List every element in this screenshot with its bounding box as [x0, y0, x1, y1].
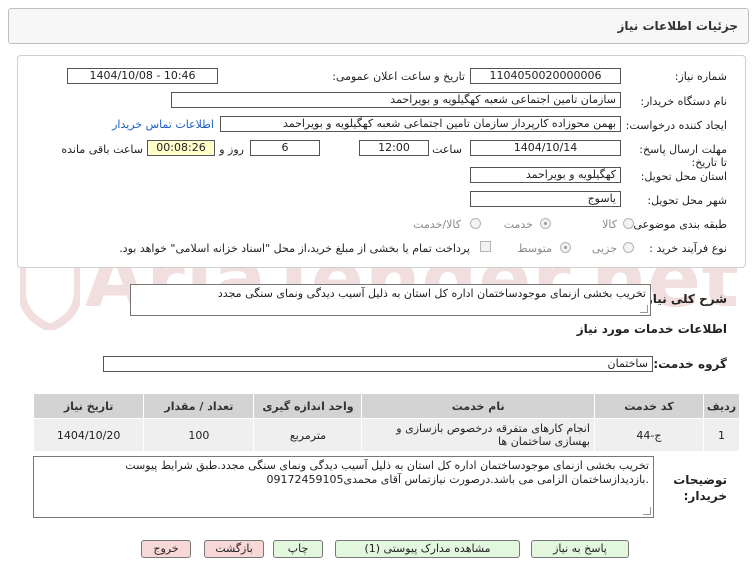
category-option-goods: کالا	[602, 218, 617, 231]
cell-name: انجام کارهای متفرقه درخصوص بازسازی و بهس…	[361, 418, 595, 452]
exit-button[interactable]: خروج	[141, 540, 191, 558]
table-row: 1 ج-44 انجام کارهای متفرقه درخصوص بازساز…	[32, 418, 740, 452]
remaining-time-field: 00:08:26	[147, 140, 215, 156]
category-radio-goods[interactable]	[623, 218, 634, 229]
category-label: طبقه بندی موضوعی:	[629, 218, 727, 231]
process-label: نوع فرآیند خرید :	[649, 242, 727, 255]
buyer-org-label: نام دستگاه خریدار:	[640, 95, 727, 108]
description-text: تخریب بخشی ازنمای موجودساختمان اداره کل …	[217, 287, 646, 300]
process-radio-medium[interactable]	[560, 242, 571, 253]
buyer-notes-line-1: تخریب بخشی ازنمای موجودساختمان اداره کل …	[125, 459, 649, 472]
col-code: کد خدمت	[593, 393, 705, 419]
description-label: شرح کلی نیاز:	[641, 292, 727, 306]
buyer-org-field: سازمان تامین اجتماعی شعبه کهگیلویه و بوی…	[171, 92, 621, 108]
resize-grip-icon[interactable]	[640, 305, 648, 313]
treasury-payment-note: پرداخت تمام یا بخشی از مبلغ خرید،از محل …	[119, 242, 470, 255]
process-option-medium: متوسط	[517, 242, 552, 255]
need-number-field: 1104050020000006	[470, 68, 621, 84]
col-name: نام خدمت	[361, 393, 595, 419]
cell-unit: مترمربع	[253, 418, 363, 452]
deadline-label: مهلت ارسال پاسخ: تا تاریخ:	[639, 143, 727, 169]
buyer-notes-line-2: .بازدیدازساختمان الزامی می باشد.درصورت ن…	[266, 473, 649, 486]
deadline-date-field: 1404/10/14	[470, 140, 621, 156]
services-table: ردیف کد خدمت نام خدمت واحد اندازه گیری ت…	[32, 393, 740, 452]
category-radio-goods-service[interactable]	[470, 218, 481, 229]
deadline-time-label: ساعت	[432, 143, 462, 156]
resize-grip-icon[interactable]	[643, 507, 651, 515]
category-radio-service[interactable]	[540, 218, 551, 229]
col-date: تاریخ نیاز	[32, 393, 145, 419]
process-option-minor: جزیی	[591, 242, 617, 255]
col-qty: تعداد / مقدار	[143, 393, 255, 419]
print-button[interactable]: چاپ	[273, 540, 323, 558]
need-number-label: شماره نیاز:	[674, 70, 727, 83]
creator-field: بهمن محوزاده کارپرداز سازمان تامین اجتما…	[220, 116, 621, 132]
page-header: جزئیات اطلاعات نیاز	[8, 8, 749, 44]
table-header-row: ردیف کد خدمت نام خدمت واحد اندازه گیری ت…	[32, 393, 740, 419]
cell-qty: 100	[143, 418, 255, 452]
service-group-field: ساختمان	[103, 356, 653, 372]
view-attachments-button[interactable]: مشاهده مدارک پیوستی (1)	[335, 540, 520, 558]
category-option-service: خدمت	[503, 218, 533, 231]
days-label: روز و	[219, 143, 244, 156]
cell-code: ج-44	[593, 418, 705, 452]
cell-row: 1	[703, 418, 740, 452]
announce-datetime-label: تاریخ و ساعت اعلان عمومی:	[332, 70, 465, 83]
buyer-contact-link[interactable]: اطلاعات تماس خریدار	[112, 118, 214, 131]
page-title: جزئیات اطلاعات نیاز	[617, 19, 738, 33]
services-section-title: اطلاعات خدمات مورد نیاز	[576, 322, 727, 336]
province-field: کهگیلویه و بویراحمد	[470, 167, 621, 183]
remaining-time-label: ساعت باقی مانده	[61, 143, 143, 156]
description-textarea[interactable]: تخریب بخشی ازنمای موجودساختمان اداره کل …	[130, 284, 651, 316]
treasury-payment-checkbox[interactable]	[480, 241, 491, 252]
city-field: یاسوج	[470, 191, 621, 207]
service-group-label: گروه خدمت:	[653, 357, 727, 371]
process-radio-minor[interactable]	[623, 242, 634, 253]
deadline-time-field: 12:00	[359, 140, 429, 156]
col-row: ردیف	[703, 393, 740, 419]
creator-label: ایجاد کننده درخواست:	[625, 119, 727, 132]
city-label: شهر محل تحویل:	[647, 194, 727, 207]
col-unit: واحد اندازه گیری	[253, 393, 363, 419]
cell-date: 1404/10/20	[32, 418, 145, 452]
reply-button[interactable]: پاسخ به نیاز	[531, 540, 629, 558]
category-option-goods-service: کالا/خدمت	[413, 218, 461, 231]
buyer-notes-textarea[interactable]: تخریب بخشی ازنمای موجودساختمان اداره کل …	[33, 456, 654, 518]
days-field: 6	[250, 140, 320, 156]
announce-datetime-field: 1404/10/08 - 10:46	[67, 68, 218, 84]
buyer-notes-label: توضیحات خریدار:	[673, 473, 727, 503]
province-label: استان محل تحویل:	[640, 170, 727, 183]
back-button[interactable]: بازگشت	[204, 540, 264, 558]
